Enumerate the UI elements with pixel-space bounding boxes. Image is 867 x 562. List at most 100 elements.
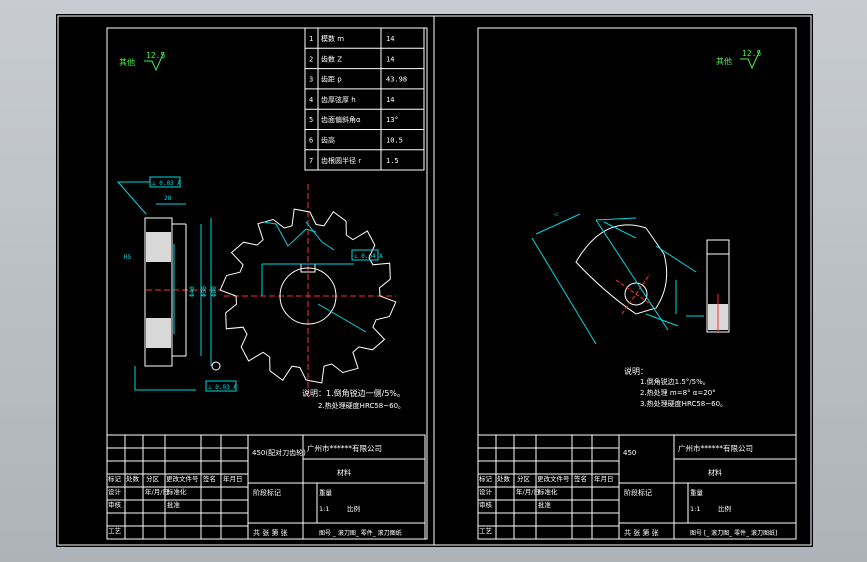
dim-d2: Φ50	[201, 286, 208, 297]
cad-viewport[interactable]: 其他 12.5 1 模数 m 14 2 齿数 Z 14 3 齿距 p 43.98 4 齿厚弦厚 h1…	[56, 14, 813, 547]
sheet-count: 共 张 第 张	[253, 528, 288, 537]
cutter-front-view: ⊥ 0.04 A	[219, 184, 397, 396]
cutter-side-view: Φ40 Φ50 Φ80 28 R5 ⊥ 0.03 A ⊥ 0.03 A	[116, 176, 237, 392]
row-check: 审核	[108, 500, 122, 509]
gear-parameter-table: 1 模数 m 14 2 齿数 Z 14 3 齿距 p 43.98 4 齿厚弦厚 h 14 5 齿面偏斜角α…	[304, 27, 425, 171]
svg-text:⊥ 0.03 A: ⊥ 0.03 A	[152, 180, 181, 187]
param-no: 3	[309, 76, 313, 84]
sheet-1-notes: 说明： 1.倒角锐边一侧/5%。 2.热处理硬度HRC58~60。	[302, 388, 405, 410]
svg-text:3.热处理硬度HRC58~60。: 3.热处理硬度HRC58~60。	[640, 399, 727, 408]
svg-text:⊥ 0.04 A: ⊥ 0.04 A	[354, 253, 383, 260]
dim-radius: R5	[124, 254, 132, 261]
scale-label: 比例	[718, 504, 731, 513]
svg-text:1.倒角锐边1.5°/5%。: 1.倒角锐边1.5°/5%。	[640, 377, 710, 386]
row-approve: 批准	[538, 500, 552, 509]
dim-d1: Φ40	[189, 286, 196, 297]
cad-drawing-canvas[interactable]: 其他 12.5 1 模数 m 142 齿数 Z 143 齿距 p 43.984 齿厚弦厚 h1…	[56, 14, 813, 547]
svg-text:说明：: 说明：	[624, 366, 648, 376]
hdr-count: 处数	[497, 474, 511, 483]
param-name: 齿厚弦厚 h	[321, 95, 356, 104]
param-name: 齿距 p	[321, 76, 342, 84]
title-block-2: 标记 处数 分区 更改文件号 签名 年月日设计 年/月/日标准化审核 批准工艺 450 广州市**…	[477, 434, 797, 540]
roughness-symbol-2: 其他 12.5	[716, 49, 761, 70]
param-value: 14	[386, 35, 394, 43]
param-no: 4	[309, 96, 313, 104]
sheet-1: 其他 12.5 1 模数 m 142 齿数 Z 143 齿距 p 43.984 齿厚弦厚 h1…	[106, 27, 428, 540]
row-std: 标准化	[167, 487, 187, 496]
svg-text:◁: ◁	[554, 211, 558, 218]
sheet-2-notes: 说明： 1.倒角锐边1.5°/5%。 2.热处理 m=8° α=20° 3.热处…	[624, 366, 727, 408]
svg-text:其他: 其他	[716, 56, 732, 66]
svg-text:1.倒角锐边一侧/5%。: 1.倒角锐边一侧/5%。	[326, 388, 405, 398]
hdr-date: 年月日	[594, 474, 614, 483]
drawing-no: 图号 [_ 滚刀图_ 零件_ 滚刀图纸]	[690, 529, 777, 537]
svg-text:⊥ 0.03 A: ⊥ 0.03 A	[208, 384, 237, 391]
hatched-section-top	[146, 232, 171, 262]
param-name: 模数 m	[321, 34, 344, 43]
param-no: 5	[309, 116, 313, 124]
hdr-doc: 更改文件号	[537, 474, 570, 483]
svg-text:2.热处理 m=8° α=20°: 2.热处理 m=8° α=20°	[640, 388, 716, 397]
stage-mark: 阶段标记	[624, 488, 652, 497]
roughness-label: 其他	[119, 57, 135, 67]
param-no: 7	[309, 157, 313, 165]
roughness-symbol-1: 其他 12.5	[119, 51, 165, 72]
company-name: 广州市******有限公司	[307, 443, 382, 453]
weight: 重量	[690, 489, 704, 497]
param-no: 1	[309, 35, 313, 43]
param-name: 齿高	[321, 136, 335, 145]
hdr-zone: 分区	[146, 474, 160, 483]
param-no: 6	[309, 137, 313, 145]
hdr-sign: 签名	[203, 474, 216, 483]
hdr-doc: 更改文件号	[166, 474, 199, 483]
sheet-1-border	[106, 27, 428, 540]
row-process: 工艺	[108, 527, 122, 535]
param-name: 齿根圆半径 r	[321, 156, 361, 165]
param-value: 14	[386, 55, 394, 63]
scale-label: 比例	[347, 504, 360, 513]
row-approve: 批准	[167, 500, 181, 509]
drawing-no: 图号 _ 滚刀图_ 零件_ 滚刀图纸	[319, 529, 402, 537]
param-no: 2	[309, 55, 313, 63]
row-std: 标准化	[538, 487, 558, 496]
hdr-mark: 标记	[108, 474, 122, 483]
hdr-sign: 签名	[574, 474, 587, 483]
param-name: 齿面偏斜角α	[321, 115, 361, 124]
sheet-2: 其他 12.5 ◁ 说明： 1.倒角锐边1.5°/5%。 2.热处理 m=8° …	[477, 27, 797, 540]
tooth-outline	[575, 224, 668, 315]
row-design: 设计	[479, 487, 493, 496]
company-name: 广州市******有限公司	[678, 443, 753, 453]
hdr-date: 年月日	[223, 474, 243, 483]
param-name: 齿数 Z	[321, 54, 342, 63]
row-design: 设计	[108, 487, 122, 496]
param-value: 14	[386, 96, 394, 104]
hdr-zone: 分区	[517, 474, 531, 483]
scale-value: 1:1	[319, 505, 329, 513]
tooth-detail-view: ◁	[531, 211, 697, 345]
param-value: 10.5	[386, 137, 403, 145]
material: 材料	[708, 468, 722, 477]
tooth-side-view	[686, 239, 730, 333]
param-value: 1.5	[386, 157, 399, 165]
scale-value: 1:1	[690, 505, 700, 513]
hdr-mark: 标记	[479, 474, 493, 483]
param-value: 43.98	[386, 76, 407, 84]
part-name: 450(配对刀齿轮)	[252, 448, 306, 457]
stage-mark: 阶段标记	[253, 488, 281, 497]
row-date: 年/月/日	[516, 487, 540, 496]
dim-d3: Φ80	[211, 286, 218, 297]
material: 材料	[337, 468, 351, 477]
svg-text:2.热处理硬度HRC58~60。: 2.热处理硬度HRC58~60。	[318, 401, 405, 410]
param-value: 13°	[386, 116, 399, 124]
weight: 重量	[319, 489, 333, 497]
dim-width: 28	[164, 195, 172, 202]
hdr-count: 处数	[126, 474, 140, 483]
row-check: 审核	[479, 500, 493, 509]
sheet-count: 共 张 第 张	[624, 528, 659, 537]
hatched-section-bottom	[146, 318, 171, 348]
row-process: 工艺	[479, 527, 493, 535]
title-block-1: 标记 处数 分区 更改文件号 签名 年月日设计 年/月/日标准化审核 批准工艺 450(配对刀齿…	[106, 434, 426, 540]
svg-text:说明：: 说明：	[302, 388, 326, 398]
part-name: 450	[623, 449, 636, 457]
row-date: 年/月/日	[145, 487, 169, 496]
